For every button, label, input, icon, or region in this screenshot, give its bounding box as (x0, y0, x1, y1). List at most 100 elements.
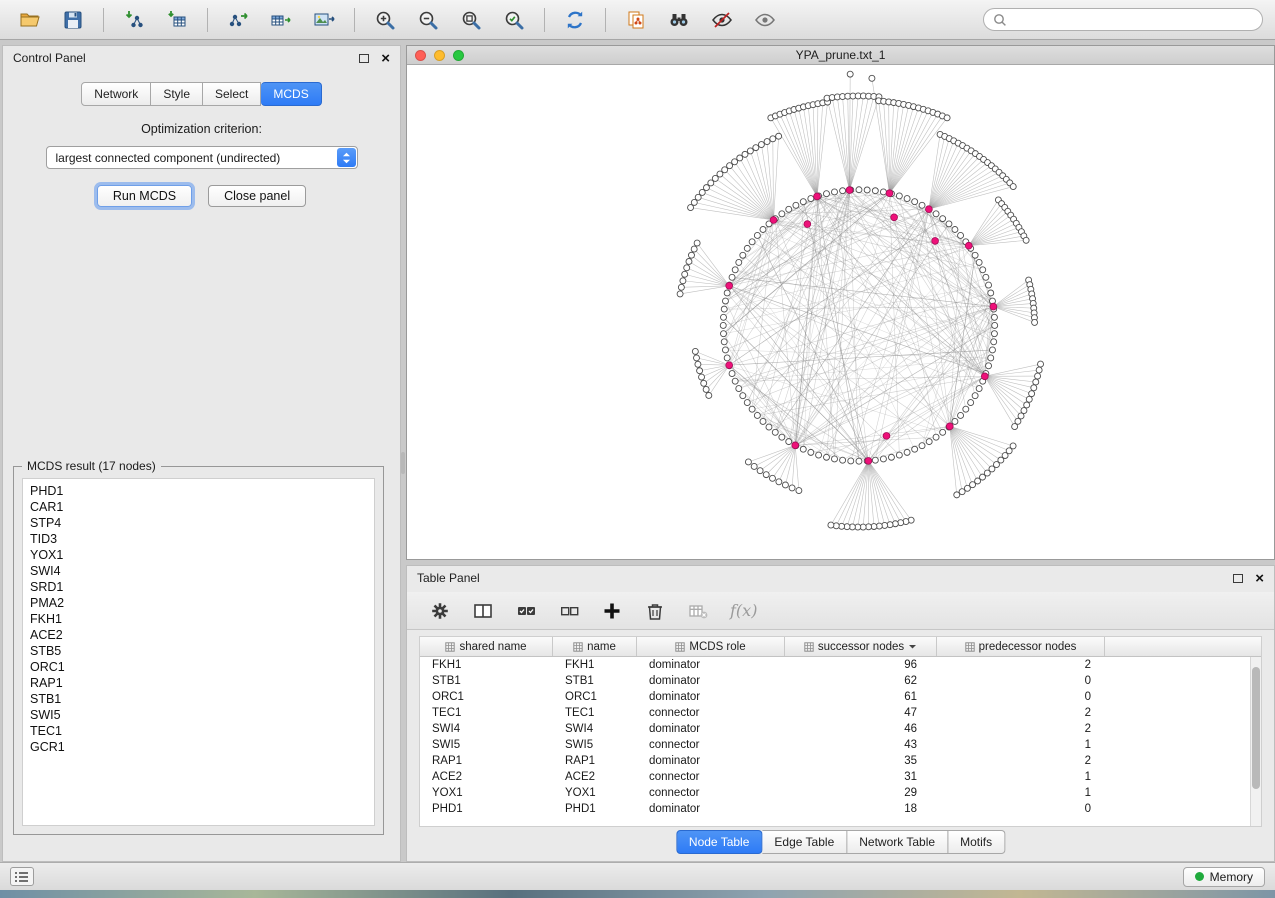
cell-name[interactable]: ORC1 (553, 689, 637, 705)
cell-predecessor-nodes[interactable]: 1 (937, 769, 1105, 785)
mcds-result-item[interactable]: SWI4 (30, 563, 374, 579)
cell-mcds-role[interactable]: dominator (637, 673, 785, 689)
cell-predecessor-nodes[interactable]: 1 (937, 737, 1105, 753)
cell-mcds-role[interactable]: dominator (637, 689, 785, 705)
cell-name[interactable]: YOX1 (553, 785, 637, 801)
mcds-result-item[interactable]: CAR1 (30, 499, 374, 515)
cell-name[interactable]: TEC1 (553, 705, 637, 721)
export-image-button[interactable] (306, 5, 342, 35)
column-header-predecessor-nodes[interactable]: predecessor nodes (937, 637, 1105, 656)
cell-successor-nodes[interactable]: 47 (785, 705, 937, 721)
cell-shared-name[interactable]: PHD1 (420, 801, 553, 817)
cell-mcds-role[interactable]: dominator (637, 657, 785, 673)
mcds-result-item[interactable]: GCR1 (30, 739, 374, 755)
zoom-fit-button[interactable] (453, 5, 489, 35)
network-window-titlebar[interactable]: YPA_prune.txt_1 (407, 46, 1274, 65)
cell-predecessor-nodes[interactable]: 2 (937, 657, 1105, 673)
table-row[interactable]: SWI5SWI5connector431 (420, 737, 1250, 753)
cell-shared-name[interactable]: FKH1 (420, 657, 553, 673)
close-panel-button[interactable]: Close panel (208, 185, 306, 207)
cell-name[interactable]: FKH1 (553, 657, 637, 673)
table-row[interactable]: STB1STB1dominator620 (420, 673, 1250, 689)
cell-predecessor-nodes[interactable]: 0 (937, 801, 1105, 817)
cell-successor-nodes[interactable]: 61 (785, 689, 937, 705)
mcds-result-item[interactable]: ORC1 (30, 659, 374, 675)
mcds-result-item[interactable]: PMA2 (30, 595, 374, 611)
table-row[interactable]: ACE2ACE2connector311 (420, 769, 1250, 785)
table-scrollbar[interactable] (1250, 657, 1261, 826)
destroy-table-button[interactable] (687, 600, 709, 622)
delete-column-button[interactable] (644, 600, 666, 622)
cell-successor-nodes[interactable]: 62 (785, 673, 937, 689)
cell-successor-nodes[interactable]: 29 (785, 785, 937, 801)
clone-network-button[interactable] (618, 5, 654, 35)
float-panel-icon[interactable] (359, 54, 369, 63)
show-all-button[interactable] (747, 5, 783, 35)
mcds-result-list[interactable]: PHD1CAR1STP4TID3YOX1SWI4SRD1PMA2FKH1ACE2… (22, 478, 375, 826)
mcds-result-item[interactable]: TEC1 (30, 723, 374, 739)
import-table-button[interactable] (159, 5, 195, 35)
table-row[interactable]: RAP1RAP1dominator352 (420, 753, 1250, 769)
table-row[interactable]: FKH1FKH1dominator962 (420, 657, 1250, 673)
cell-predecessor-nodes[interactable]: 1 (937, 785, 1105, 801)
column-header-mcds-role[interactable]: MCDS role (637, 637, 785, 656)
cell-predecessor-nodes[interactable]: 0 (937, 673, 1105, 689)
scrollbar-thumb[interactable] (1252, 667, 1260, 789)
zoom-selected-button[interactable] (496, 5, 532, 35)
cell-shared-name[interactable]: ACE2 (420, 769, 553, 785)
table-row[interactable]: TEC1TEC1connector472 (420, 705, 1250, 721)
cell-shared-name[interactable]: SWI5 (420, 737, 553, 753)
split-panel-button[interactable] (472, 600, 494, 622)
cell-successor-nodes[interactable]: 18 (785, 801, 937, 817)
tab-network[interactable]: Network (81, 82, 151, 106)
mcds-result-item[interactable]: YOX1 (30, 547, 374, 563)
table-row[interactable]: SWI4SWI4dominator462 (420, 721, 1250, 737)
close-table-panel-icon[interactable]: × (1255, 571, 1264, 586)
cell-name[interactable]: PHD1 (553, 801, 637, 817)
cell-shared-name[interactable]: STB1 (420, 673, 553, 689)
cell-successor-nodes[interactable]: 46 (785, 721, 937, 737)
refresh-button[interactable] (557, 5, 593, 35)
cell-mcds-role[interactable]: dominator (637, 801, 785, 817)
open-button[interactable] (12, 5, 48, 35)
tab-select[interactable]: Select (203, 82, 261, 106)
tab-node-table[interactable]: Node Table (676, 830, 763, 854)
mcds-result-item[interactable]: STB1 (30, 691, 374, 707)
cell-mcds-role[interactable]: dominator (637, 753, 785, 769)
optimization-dropdown[interactable]: largest connected component (undirected) (46, 146, 358, 169)
tab-edge-table[interactable]: Edge Table (762, 830, 847, 854)
mcds-result-item[interactable]: SWI5 (30, 707, 374, 723)
column-header-shared-name[interactable]: shared name (420, 637, 553, 656)
mcds-result-item[interactable]: STB5 (30, 643, 374, 659)
cell-predecessor-nodes[interactable]: 2 (937, 721, 1105, 737)
save-button[interactable] (55, 5, 91, 35)
hide-selected-button[interactable] (704, 5, 740, 35)
run-mcds-button[interactable]: Run MCDS (97, 185, 192, 207)
table-row[interactable]: ORC1ORC1dominator610 (420, 689, 1250, 705)
tab-motifs[interactable]: Motifs (948, 830, 1005, 854)
cell-successor-nodes[interactable]: 96 (785, 657, 937, 673)
network-graph[interactable] (407, 66, 1274, 559)
cell-name[interactable]: ACE2 (553, 769, 637, 785)
column-header-successor-nodes[interactable]: successor nodes (785, 637, 937, 656)
select-all-button[interactable] (515, 600, 537, 622)
cell-predecessor-nodes[interactable]: 0 (937, 689, 1105, 705)
add-column-button[interactable] (601, 600, 623, 622)
mcds-result-item[interactable]: FKH1 (30, 611, 374, 627)
cell-mcds-role[interactable]: connector (637, 705, 785, 721)
cell-shared-name[interactable]: TEC1 (420, 705, 553, 721)
import-network-button[interactable] (116, 5, 152, 35)
mcds-result-item[interactable]: RAP1 (30, 675, 374, 691)
export-table-button[interactable] (263, 5, 299, 35)
tab-network-table[interactable]: Network Table (847, 830, 948, 854)
deselect-all-button[interactable] (558, 600, 580, 622)
cell-name[interactable]: SWI5 (553, 737, 637, 753)
cell-mcds-role[interactable]: connector (637, 785, 785, 801)
cell-shared-name[interactable]: YOX1 (420, 785, 553, 801)
search-input[interactable] (1013, 13, 1253, 27)
cell-successor-nodes[interactable]: 35 (785, 753, 937, 769)
cell-predecessor-nodes[interactable]: 2 (937, 753, 1105, 769)
cell-mcds-role[interactable]: dominator (637, 721, 785, 737)
panel-splitter[interactable] (401, 452, 405, 474)
memory-button[interactable]: Memory (1183, 867, 1265, 887)
